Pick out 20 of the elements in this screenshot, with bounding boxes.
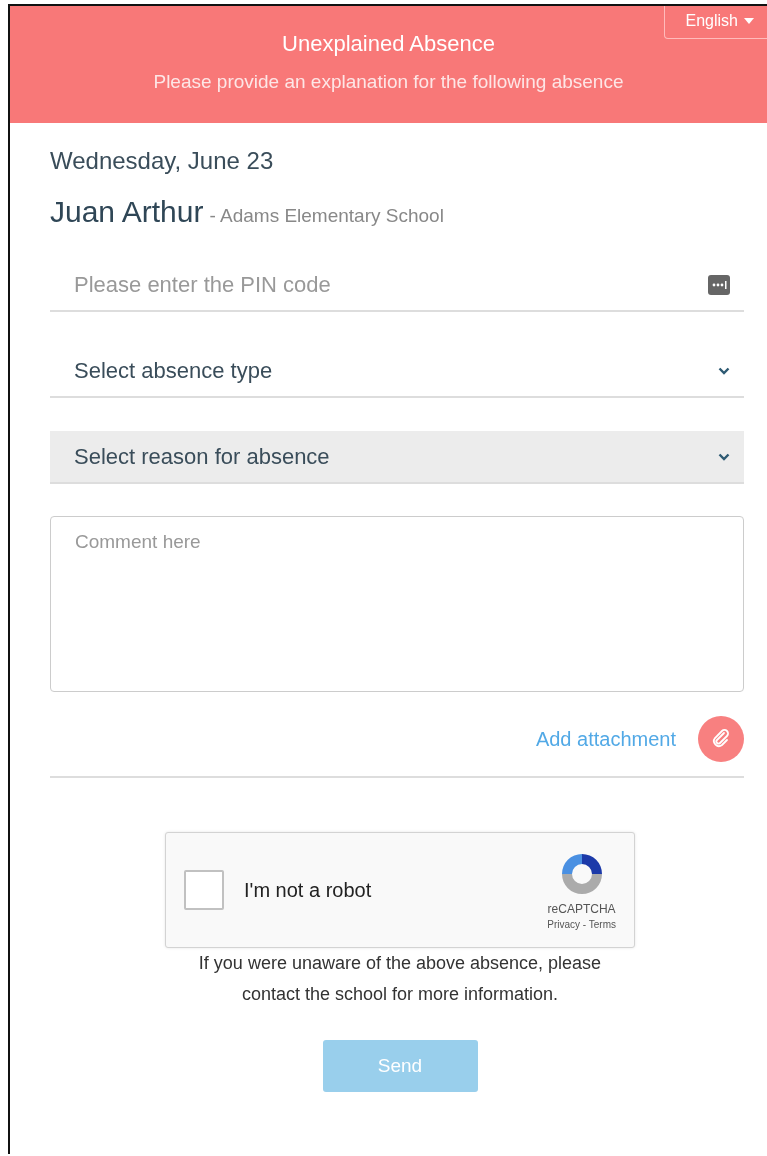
chevron-down-icon bbox=[718, 452, 730, 461]
captcha-checkbox[interactable] bbox=[184, 870, 224, 910]
terms-link[interactable]: Terms bbox=[588, 919, 616, 930]
absence-date: Wednesday, June 23 bbox=[50, 147, 275, 175]
recaptcha-brand: reCAPTCHA bbox=[547, 902, 616, 916]
comment-field[interactable]: Comment here bbox=[50, 516, 744, 692]
chevron-down-icon bbox=[718, 366, 730, 375]
caret-icon bbox=[744, 18, 754, 24]
student-name: Juan Arthur bbox=[50, 195, 204, 229]
page-subtitle: Please provide an explanation for the following absence bbox=[153, 71, 624, 93]
paperclip-icon bbox=[710, 728, 732, 750]
attachment-button[interactable] bbox=[698, 716, 744, 762]
page-title: Unexplained Absence bbox=[282, 31, 495, 57]
separator: - bbox=[582, 919, 587, 930]
privacy-link[interactable]: Privacy bbox=[547, 919, 581, 930]
notice-text: If you were unaware of the above absence, please contact the school for more information. bbox=[197, 952, 603, 1006]
dropdown-select[interactable]: Select absence type bbox=[50, 345, 744, 398]
captcha-label: I'm not a robot bbox=[244, 878, 373, 902]
password-icon bbox=[708, 274, 730, 295]
school-name: - Adams Elementary School bbox=[209, 205, 444, 227]
